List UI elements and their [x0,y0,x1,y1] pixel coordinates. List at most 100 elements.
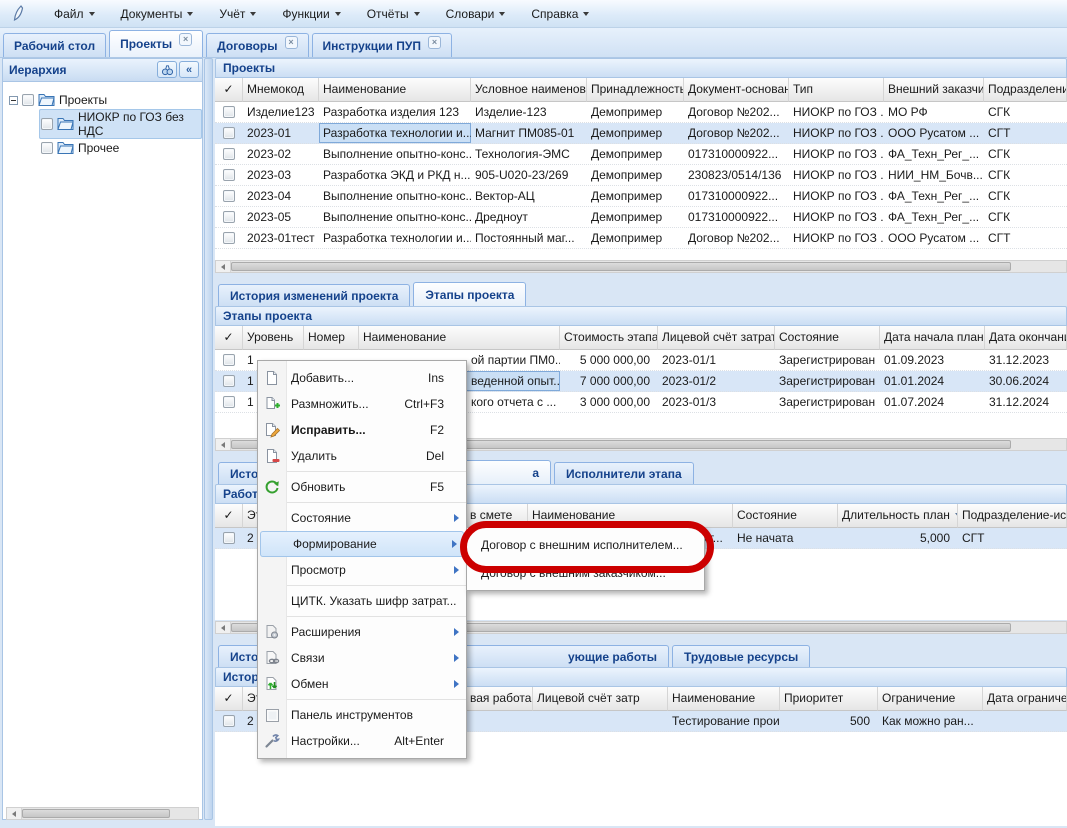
column-check[interactable]: ✓ [215,504,243,528]
menu-item-exchange[interactable]: Обмен [258,671,466,697]
menu-item-state[interactable]: Состояние [258,505,466,531]
search-binoculars-icon[interactable] [157,61,177,78]
menubar-item-reports[interactable]: Отчёты [367,7,420,21]
scrollbar-thumb[interactable] [231,262,1011,271]
table-row[interactable]: 2023-01 Разработка технологии и... Магни… [215,123,1067,144]
column-header[interactable]: Ограничение [878,687,983,711]
row-checkbox[interactable] [223,396,235,408]
menu-item-delete[interactable]: Удалить Del [258,443,466,469]
row-checkbox[interactable] [223,211,235,223]
column-header[interactable]: Дата окончани [985,326,1067,350]
column-header[interactable]: Внешний заказчик [884,78,984,102]
column-check[interactable]: ✓ [215,78,243,102]
column-header[interactable]: Приоритет [780,687,878,711]
tab-preceding-works[interactable]: ующие работы [451,645,669,667]
tree-node-other[interactable]: Прочее [3,136,202,160]
table-row[interactable]: 2023-02 Выполнение опытно-конс... Технол… [215,144,1067,165]
column-header[interactable]: Наименование [359,326,560,350]
tab-desktop[interactable]: Рабочий стол [3,33,106,57]
column-header-sorted[interactable]: Длительность план [838,504,958,528]
column-header[interactable]: Состояние [775,326,880,350]
tree-checkbox[interactable] [22,94,34,106]
menu-item-edit[interactable]: Исправить... F2 [258,417,466,443]
table-row[interactable]: 2023-05 Выполнение опытно-конс... Дредно… [215,207,1067,228]
scroll-left-icon[interactable] [216,261,231,272]
menubar-item-documents[interactable]: Документы [121,7,194,21]
menubar-item-accounting[interactable]: Учёт [219,7,256,21]
column-header[interactable]: Мнемокод [243,78,319,102]
tab-labor-resources[interactable]: Трудовые ресурсы [672,645,810,667]
scroll-left-icon[interactable] [216,622,231,633]
column-header[interactable]: Номер [304,326,359,350]
menu-item-formation[interactable]: Формирование [260,531,464,557]
row-checkbox[interactable] [223,169,235,181]
table-row[interactable]: 2023-04 Выполнение опытно-конс... Вектор… [215,186,1067,207]
menu-item-view[interactable]: Просмотр [258,557,466,583]
column-header[interactable]: Наименование [528,504,733,528]
collapse-panel-icon[interactable]: « [179,61,199,78]
tree-node-niokr[interactable]: НИОКР по ГОЗ без НДС [3,112,202,136]
menubar-item-help[interactable]: Справка [531,7,589,21]
panel-splitter[interactable] [204,58,213,820]
column-check[interactable]: ✓ [215,326,243,350]
menubar-item-dictionaries[interactable]: Словари [446,7,506,21]
column-check[interactable]: ✓ [215,687,243,711]
tree-checkbox[interactable] [41,118,53,130]
column-header[interactable]: Подразделение-испо [958,504,1067,528]
column-header[interactable]: Принадлежность [587,78,684,102]
table-row[interactable]: 2023-01тест Разработка технологии и... П… [215,228,1067,249]
row-checkbox[interactable] [223,375,235,387]
column-header[interactable]: Дата начала план [880,326,985,350]
row-checkbox[interactable] [223,232,235,244]
tab-instructions[interactable]: Инструкции ПУП× [312,33,452,57]
tab-projects[interactable]: Проекты× [109,30,203,57]
column-header[interactable]: Наименование [319,78,471,102]
scroll-left-icon[interactable] [216,439,231,450]
column-header[interactable]: Лицевой счёт затрат. [658,326,775,350]
menu-item-toolbar[interactable]: Панель инструментов [258,702,466,728]
column-header[interactable]: Наименование [668,687,780,711]
column-header[interactable]: Тип [789,78,884,102]
table-row[interactable]: Изделие123 Разработка изделия 123 Издели… [215,102,1067,123]
column-header[interactable]: Уровень [243,326,304,350]
menu-item-extensions[interactable]: Расширения [258,619,466,645]
menubar-item-functions[interactable]: Функции [282,7,340,21]
projects-horizontal-scrollbar[interactable] [215,260,1067,273]
scrollbar-thumb[interactable] [22,809,170,818]
menu-item-add[interactable]: Добавить... Ins [258,365,466,391]
table-row[interactable]: 2023-03 Разработка ЭКД и РКД н... 905-U0… [215,165,1067,186]
close-icon[interactable]: × [428,36,441,49]
row-checkbox[interactable] [223,715,235,727]
menu-item-settings[interactable]: Настройки... Alt+Enter [258,728,466,754]
column-header[interactable]: Документ-основан [684,78,789,102]
scroll-left-icon[interactable] [7,808,22,819]
row-checkbox[interactable] [223,148,235,160]
menu-item-duplicate[interactable]: Размножить... Ctrl+F3 [258,391,466,417]
column-header[interactable]: Лицевой счёт затр [533,687,668,711]
tab-contracts[interactable]: Договоры× [206,33,308,57]
tab-stage-executors[interactable]: Исполнители этапа [554,462,694,484]
tab-project-stages[interactable]: Этапы проекта [413,282,526,306]
column-header[interactable]: Стоимость этапа [560,326,658,350]
close-icon[interactable]: × [285,36,298,49]
menu-item-links[interactable]: Связи [258,645,466,671]
tree-collapse-icon[interactable] [9,96,18,105]
tree-checkbox[interactable] [41,142,53,154]
menu-item-citk-cost-code[interactable]: ЦИТК. Указать шифр затрат... [258,588,466,614]
row-checkbox[interactable] [223,532,235,544]
column-header[interactable]: Подразделение [984,78,1067,102]
column-header[interactable]: Условное наименова [471,78,587,102]
submenu-item-external-executor-contract[interactable]: Договор с внешним исполнителем... [467,531,704,559]
column-header[interactable]: Состояние [733,504,838,528]
column-header[interactable]: Дата ограничени [983,687,1067,711]
row-checkbox[interactable] [223,190,235,202]
row-checkbox[interactable] [223,354,235,366]
tab-project-history[interactable]: История изменений проекта [218,284,410,306]
row-checkbox[interactable] [223,127,235,139]
menu-item-refresh[interactable]: Обновить F5 [258,474,466,500]
menubar-item-file[interactable]: Файл [54,7,95,21]
close-icon[interactable]: × [179,33,192,46]
row-checkbox[interactable] [223,106,235,118]
submenu-item-external-customer-contract[interactable]: Договор с внешним заказчиком... [467,559,704,587]
sidebar-horizontal-scrollbar[interactable] [6,807,199,820]
